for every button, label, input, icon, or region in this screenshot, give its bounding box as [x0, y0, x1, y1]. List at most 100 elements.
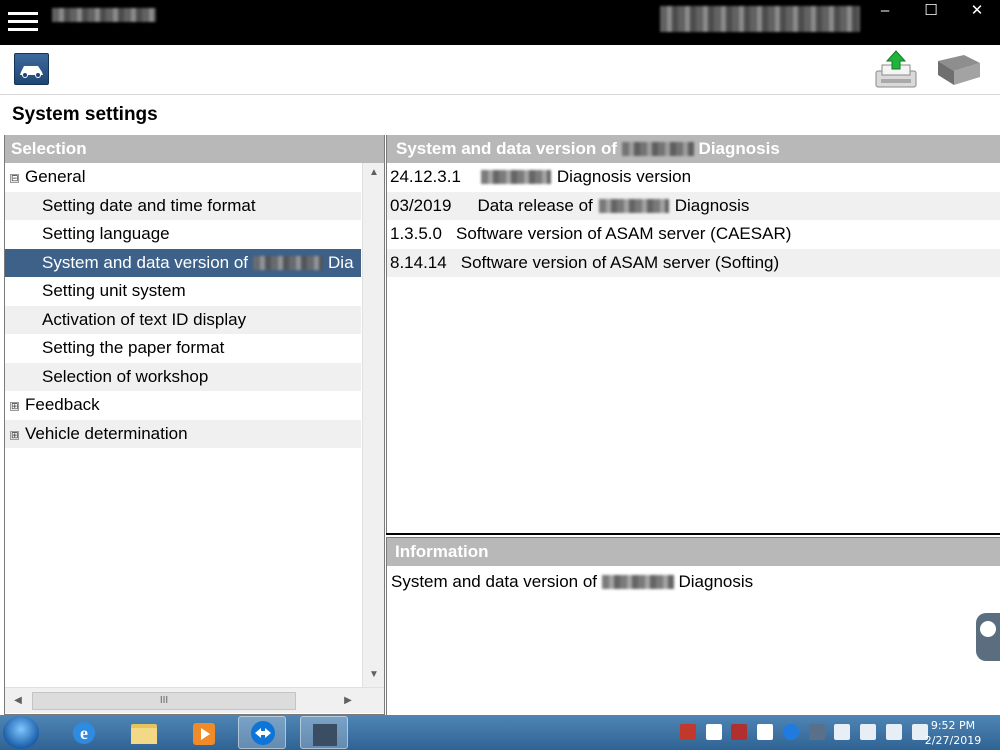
version-row: 1.3.5.0 Software version of ASAM server (… [387, 220, 1000, 249]
svg-text:e: e [80, 723, 88, 743]
tree-item-label: Selection of workshop [42, 366, 209, 386]
tray-icon[interactable] [808, 724, 825, 740]
horizontal-scroll-thumb[interactable]: III [32, 692, 296, 710]
tray-icon[interactable] [705, 724, 722, 740]
taskbar-clock[interactable]: 9:52 PM 2/27/2019 [918, 718, 988, 748]
diagnosis-app-icon [313, 724, 337, 746]
tree-item[interactable]: Setting language [5, 220, 361, 249]
user-info-redacted [660, 6, 860, 32]
brand-redacted [253, 255, 324, 270]
tree-item-label: Setting language [42, 224, 170, 243]
brand-redacted [480, 170, 551, 184]
tree-item[interactable]: Selection of workshop [5, 362, 361, 391]
tray-icon[interactable] [757, 724, 774, 740]
car-icon [20, 66, 43, 78]
toolbar [0, 45, 1000, 95]
version-row: 24.12.3.1 Diagnosis version [387, 163, 1000, 192]
tree-item-label: Activation of text ID display [42, 309, 247, 329]
remote-support-icon [980, 621, 996, 637]
clock-date: 2/27/2019 [924, 734, 982, 747]
version-description: Diagnosis version [556, 167, 692, 186]
information-header: Information [387, 538, 1000, 566]
taskbar-teamviewer[interactable] [238, 716, 286, 749]
maximize-button[interactable]: ☐ [908, 0, 954, 22]
tree-item[interactable]: ⊞ Vehicle determination [5, 419, 361, 448]
app-title-redacted [52, 8, 156, 22]
tray-icon[interactable] [731, 724, 748, 740]
system-tray [680, 724, 933, 742]
version-number: 24.12.3.1 [390, 167, 461, 186]
page-title: System settings [12, 104, 158, 125]
version-header-suffix: Diagnosis [698, 139, 780, 158]
start-button[interactable] [3, 716, 39, 749]
expand-icon[interactable]: ⊞ [10, 430, 19, 440]
internet-explorer-icon: e [73, 722, 95, 744]
tree-item-label: Feedback [25, 395, 100, 414]
tree-item[interactable]: Setting unit system [5, 277, 361, 306]
selection-header: Selection [5, 135, 384, 163]
tree-item[interactable]: System and data version of Dia [5, 248, 361, 277]
information-panel: Information System and data version of D… [386, 537, 1000, 715]
tree-item-label: Setting date and time format [42, 195, 256, 215]
clock-time: 9:52 PM [930, 719, 976, 732]
panel-divider [386, 533, 1000, 535]
minimize-button[interactable]: – [862, 0, 908, 22]
settings-tree: ⊟ General Setting date and time format Sett… [5, 163, 361, 687]
tree-item-label-suffix: Dia [328, 252, 354, 272]
version-row: 8.14.14 Software version of ASAM server (… [387, 248, 1000, 277]
manual-button[interactable] [934, 51, 984, 89]
printer-upload-icon [875, 50, 917, 88]
tree-item[interactable]: Setting the paper format [5, 334, 361, 363]
taskbar-diagnosis-app[interactable] [300, 716, 348, 749]
title-bar: – ☐ ✕ [0, 0, 1000, 45]
tree-item-label: System and data version of [42, 252, 249, 272]
version-description: Diagnosis [674, 195, 750, 215]
scroll-right-icon[interactable]: ▶ [339, 691, 357, 711]
version-number: 8.14.14 [390, 252, 447, 272]
version-header: System and data version of Diagnosis [387, 135, 1000, 163]
tree-item-label: Setting the paper format [42, 338, 225, 357]
volume-icon[interactable] [860, 724, 877, 740]
close-button[interactable]: ✕ [954, 0, 1000, 22]
vertical-scrollbar[interactable]: ▲ ▼ [362, 163, 384, 687]
taskbar: e 9:52 PM 2/27/2019 [0, 715, 1000, 750]
print-upload-button[interactable] [873, 49, 919, 91]
menu-icon[interactable] [8, 7, 38, 35]
expand-icon[interactable]: ⊞ [10, 402, 19, 411]
scroll-up-icon[interactable]: ▲ [363, 163, 385, 183]
tree-item[interactable]: ⊞ Feedback [5, 391, 361, 420]
tree-item-label: Vehicle determination [25, 423, 188, 443]
horizontal-scrollbar[interactable]: ◀ III ▶ [5, 687, 384, 713]
version-header-prefix: System and data version of [396, 139, 618, 158]
book-icon [938, 55, 980, 85]
tree-item-label: Setting unit system [42, 281, 186, 300]
version-description: Software version of ASAM server (CAESAR) [456, 224, 792, 243]
tray-icon[interactable] [834, 724, 851, 740]
remote-support-tab[interactable] [976, 613, 1000, 661]
information-text: System and data version of Diagnosis [387, 566, 1000, 598]
scroll-down-icon[interactable]: ▼ [363, 665, 385, 685]
media-player-icon [193, 723, 215, 745]
tree-item[interactable]: ⊟ General [5, 163, 361, 192]
information-text-prefix: System and data version of [391, 572, 598, 591]
taskbar-explorer[interactable] [120, 716, 168, 749]
version-row: 03/2019 Data release of Diagnosis [387, 191, 1000, 220]
brand-redacted [598, 198, 669, 213]
vehicle-button[interactable] [14, 53, 49, 85]
brand-redacted [601, 575, 674, 589]
scroll-left-icon[interactable]: ◀ [9, 691, 27, 711]
folder-icon [131, 724, 157, 744]
tree-item-label: General [25, 167, 86, 186]
tray-icon[interactable] [680, 724, 696, 740]
network-icon[interactable] [885, 724, 902, 740]
information-text-suffix: Diagnosis [678, 572, 754, 591]
version-desc-prefix: Data release of [477, 195, 593, 215]
tree-item[interactable]: Activation of text ID display [5, 305, 361, 334]
taskbar-media[interactable] [180, 716, 228, 749]
tree-item[interactable]: Setting date and time format [5, 191, 361, 220]
collapse-icon[interactable]: ⊟ [10, 174, 19, 183]
tray-icon[interactable] [782, 724, 799, 740]
version-number: 03/2019 [390, 195, 452, 215]
version-list: 24.12.3.1 Diagnosis version 03/2019 Data re… [387, 163, 1000, 277]
taskbar-ie[interactable]: e [60, 716, 108, 749]
